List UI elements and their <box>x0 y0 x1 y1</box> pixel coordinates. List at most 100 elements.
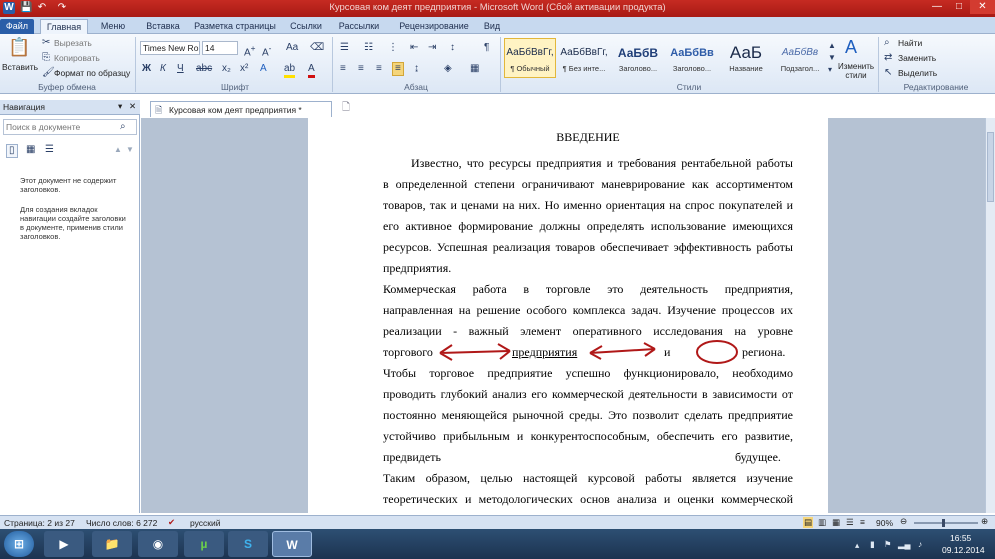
results-view-icon[interactable]: ☰ <box>45 144 54 156</box>
select-button[interactable]: Выделить <box>898 68 937 78</box>
borders-icon[interactable]: ▦ <box>470 63 479 75</box>
find-button[interactable]: Найти <box>898 38 922 48</box>
tab-menu[interactable]: Меню <box>96 19 130 34</box>
justify-icon[interactable]: ≡ <box>392 62 404 76</box>
utorrent-icon[interactable]: µ <box>184 531 224 557</box>
text-effects-icon[interactable]: A <box>260 63 267 75</box>
change-styles-button[interactable]: Изменить стили <box>836 62 876 80</box>
zoom-out-icon[interactable]: ⊖ <box>900 516 907 527</box>
underline-icon[interactable]: Ч <box>177 63 184 75</box>
scroll-thumb[interactable] <box>987 132 994 202</box>
clock-time[interactable]: 16:55 <box>950 533 971 543</box>
align-center-icon[interactable]: ≡ <box>358 63 364 75</box>
bold-icon[interactable]: Ж <box>142 63 151 75</box>
font-size-select[interactable]: 14 <box>202 41 238 55</box>
sort-icon[interactable]: ↕ <box>450 42 455 54</box>
format-painter-button[interactable]: Формат по образцу <box>54 68 130 78</box>
skype-icon[interactable]: S <box>228 531 268 557</box>
replace-button[interactable]: Заменить <box>898 53 936 63</box>
tray-signal-icon[interactable]: ▂▄ <box>898 539 911 550</box>
explorer-icon[interactable]: 📁 <box>92 531 132 557</box>
word-taskbar-icon[interactable]: W <box>272 531 312 557</box>
align-right-icon[interactable]: ≡ <box>376 63 382 75</box>
tray-arrow-icon[interactable]: ▴ <box>855 540 859 551</box>
navigation-close-icon[interactable]: ✕ <box>129 101 136 112</box>
zoom-slider[interactable] <box>914 522 978 524</box>
maximize-button[interactable]: □ <box>948 0 970 14</box>
bullets-icon[interactable]: ☰ <box>340 42 349 54</box>
search-input[interactable] <box>3 119 137 135</box>
align-left-icon[interactable]: ≡ <box>340 63 346 75</box>
zoom-in-icon[interactable]: ⊕ <box>981 516 988 527</box>
grow-font-icon[interactable]: A+ <box>244 42 256 59</box>
reading-layout-icon[interactable]: ▥ <box>818 517 826 528</box>
shading-icon[interactable]: ◈ <box>444 63 452 75</box>
cut-button[interactable]: Вырезать <box>54 38 92 48</box>
style-no-spacing[interactable]: АаБбВвГг, ¶ Без инте... <box>558 38 610 78</box>
styles-scroll-icon[interactable]: ▲ ▼ ▾ <box>828 40 836 76</box>
tab-insert[interactable]: Вставка <box>138 19 188 34</box>
tab-file[interactable]: Файл <box>0 19 34 34</box>
word-count[interactable]: Число слов: 6 272 <box>86 518 157 528</box>
spellcheck-icon[interactable]: ✔ <box>168 517 175 528</box>
highlight-icon[interactable]: ab <box>284 63 296 78</box>
tab-references[interactable]: Ссылки <box>286 19 326 34</box>
format-painter-icon: 🖌 <box>42 67 55 78</box>
shrink-font-icon[interactable]: A- <box>262 42 271 59</box>
clock-date[interactable]: 09.12.2014 <box>942 545 985 555</box>
new-tab-icon[interactable]: 🗋 <box>342 102 350 114</box>
decrease-indent-icon[interactable]: ⇤ <box>410 42 418 54</box>
tray-volume-icon[interactable]: ♪ <box>918 539 922 549</box>
paste-button[interactable]: Вставить <box>2 62 38 72</box>
vertical-scrollbar[interactable] <box>985 118 995 513</box>
tab-mailings[interactable]: Рассылки <box>334 19 384 34</box>
headings-view-icon[interactable]: ▯ <box>6 144 18 158</box>
line-spacing-icon[interactable]: ↨ <box>414 63 419 75</box>
tab-review[interactable]: Рецензирование <box>392 19 476 34</box>
style-heading-2[interactable]: АаБбВв Заголово... <box>666 38 718 78</box>
change-styles-icon[interactable]: A <box>845 37 857 57</box>
outline-icon[interactable]: ☰ <box>846 517 854 528</box>
style-heading-1[interactable]: АаБбВ Заголово... <box>612 38 664 78</box>
previous-result-icon[interactable]: ▲ <box>114 144 122 156</box>
document-tab[interactable]: 🗎 Курсовая ком деят предприятия * <box>150 101 332 117</box>
web-layout-icon[interactable]: ▦ <box>832 517 840 528</box>
pages-view-icon[interactable]: ▦ <box>26 144 35 156</box>
style-normal[interactable]: АаБбВвГг, ¶ Обычный <box>504 38 556 78</box>
superscript-icon[interactable]: x² <box>240 63 248 75</box>
search-icon[interactable]: ⌕ <box>120 121 126 133</box>
tray-network-icon[interactable]: ▮ <box>870 539 875 550</box>
navigation-menu-icon[interactable]: ▾ <box>118 101 122 112</box>
font-color-icon[interactable]: A <box>308 63 315 78</box>
style-subtitle[interactable]: АаБбВв Подзагол... <box>774 38 826 78</box>
style-title[interactable]: АаБ Название <box>720 38 772 78</box>
zoom-level[interactable]: 90% <box>876 518 893 528</box>
tray-flag-icon[interactable]: ⚑ <box>884 539 892 550</box>
increase-indent-icon[interactable]: ⇥ <box>428 42 436 54</box>
paste-icon[interactable]: 📋 <box>8 37 30 57</box>
strikethrough-icon[interactable]: abc <box>196 63 212 75</box>
multilevel-list-icon[interactable]: ⋮ <box>388 42 398 54</box>
tab-home[interactable]: Главная <box>40 19 88 34</box>
media-player-icon[interactable]: ▶ <box>44 531 84 557</box>
pilcrow-icon[interactable]: ¶ <box>484 42 489 54</box>
tab-view[interactable]: Вид <box>478 19 506 34</box>
close-button[interactable]: ✕ <box>970 0 995 14</box>
subscript-icon[interactable]: x₂ <box>222 63 231 75</box>
chrome-icon[interactable]: ◉ <box>138 531 178 557</box>
copy-button[interactable]: Копировать <box>54 53 100 63</box>
page-indicator[interactable]: Страница: 2 из 27 <box>4 518 75 528</box>
tab-page-layout[interactable]: Разметка страницы <box>190 19 280 34</box>
start-button[interactable]: ⊞ <box>4 531 34 557</box>
italic-icon[interactable]: К <box>160 63 166 75</box>
zoom-slider-thumb[interactable] <box>942 519 945 527</box>
minimize-button[interactable]: — <box>926 0 948 14</box>
clear-format-icon[interactable]: ⌫ <box>310 42 324 54</box>
change-case-icon[interactable]: Aa <box>286 42 298 54</box>
font-name-select[interactable]: Times New Ro <box>140 41 200 55</box>
print-layout-icon[interactable]: ▤ <box>803 517 814 528</box>
next-result-icon[interactable]: ▼ <box>126 144 134 156</box>
numbering-icon[interactable]: ☷ <box>364 42 373 54</box>
draft-icon[interactable]: ≡ <box>860 517 865 527</box>
language-indicator[interactable]: русский <box>190 518 221 528</box>
